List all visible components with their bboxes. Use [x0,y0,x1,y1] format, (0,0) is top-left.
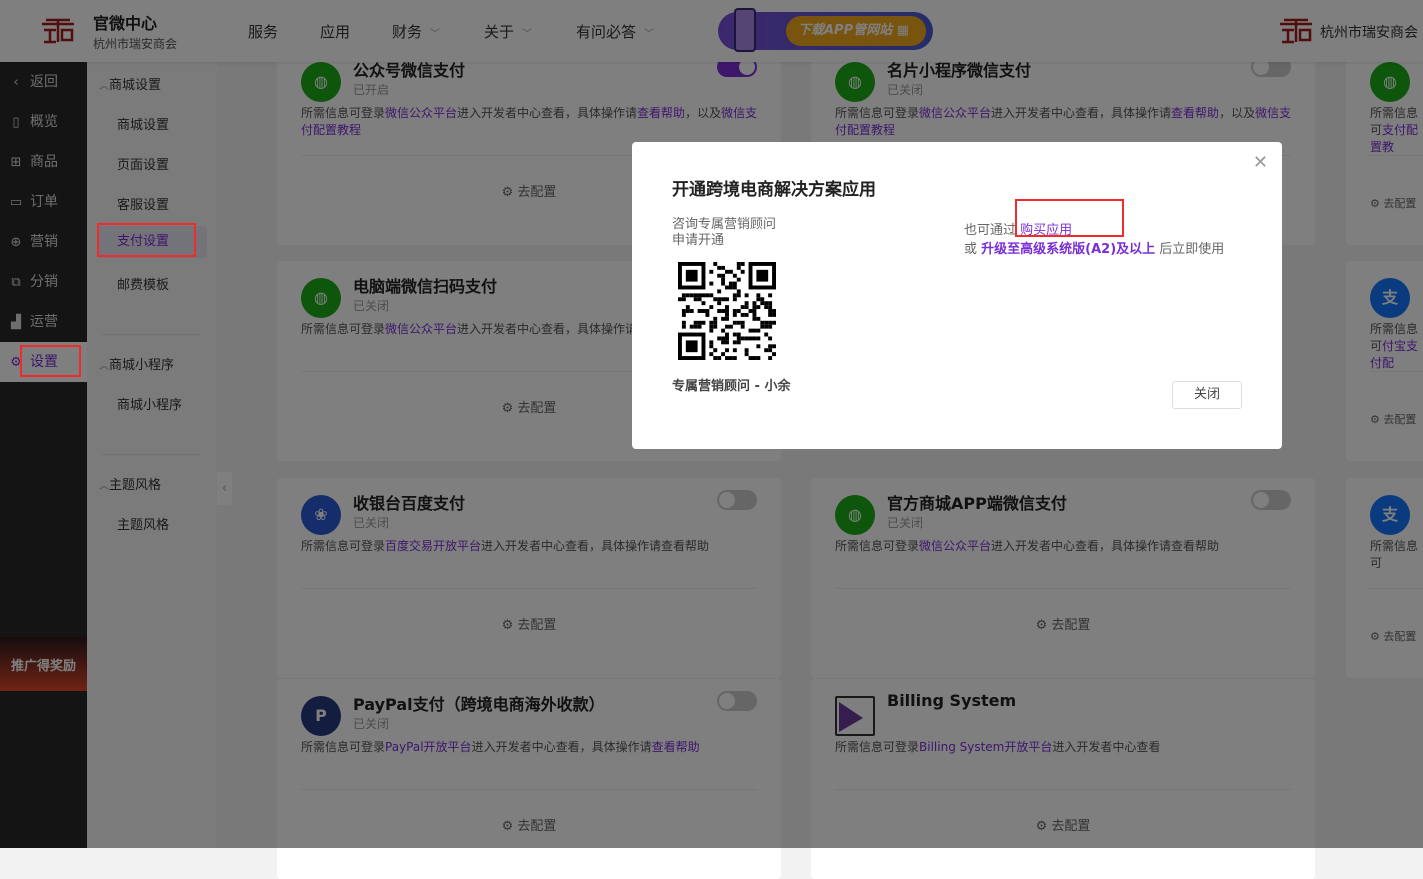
cross-border-dialog: 开通跨境电商解决方案应用 ✕ 咨询专属营销顾问 申请开通 专属营销顾问 - 小余 … [632,142,1282,449]
advisor-name: 专属营销顾问 - 小余 [672,379,791,394]
qr-code [678,262,776,360]
alt-prefix: 也可通过 [964,223,1017,238]
or-text: 或 [964,242,978,257]
close-icon[interactable]: ✕ [1253,152,1268,173]
upgrade-suffix: 后立即使用 [1159,242,1225,257]
upgrade-link[interactable]: 升级至高级系统版(A2)及以上 [981,242,1155,257]
dialog-title: 开通跨境电商解决方案应用 [672,180,876,200]
highlight-box [1015,199,1124,237]
highlight-box [97,223,196,257]
close-button[interactable]: 关闭 [1172,381,1242,409]
apply-text: 申请开通 [672,233,725,248]
highlight-box [20,345,81,377]
consult-text: 咨询专属营销顾问 [672,217,777,232]
